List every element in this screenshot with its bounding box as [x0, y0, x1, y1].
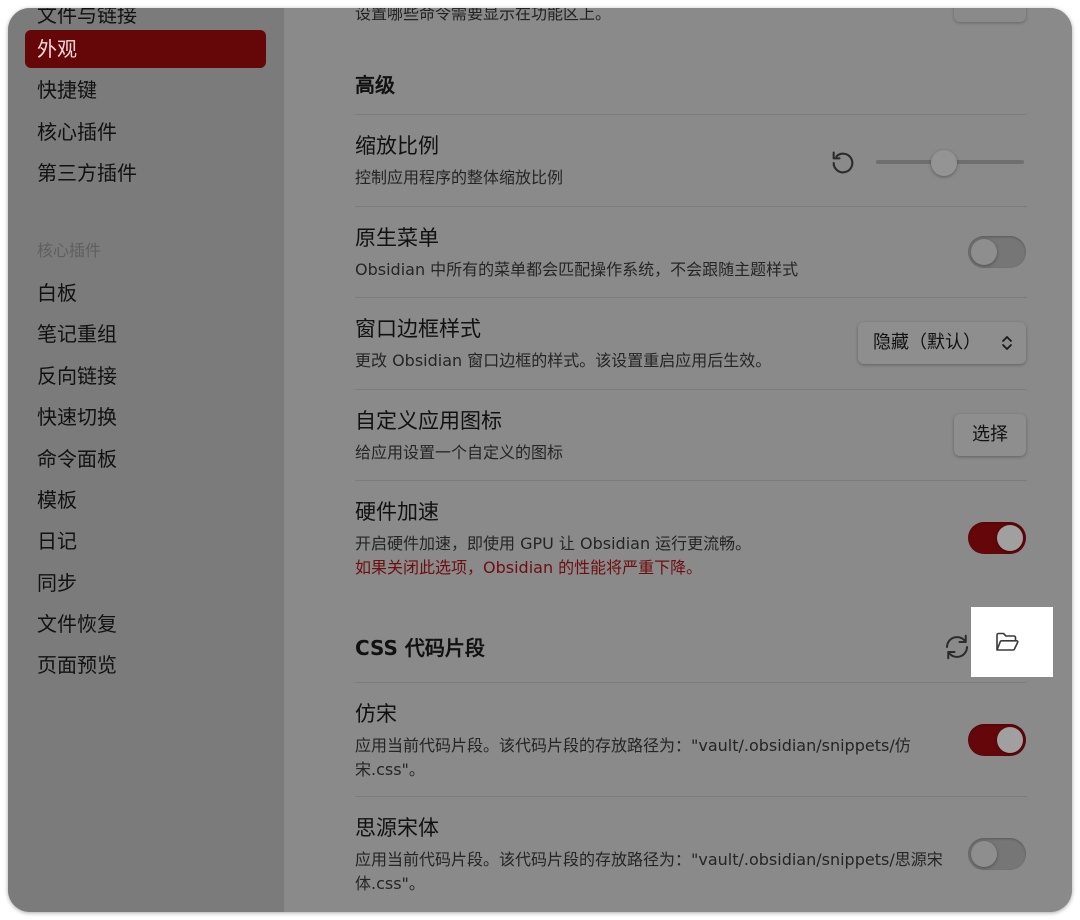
toggle-knob [971, 841, 997, 867]
divider [355, 480, 1027, 481]
divider [355, 114, 1027, 115]
open-snippets-folder-button[interactable] [971, 607, 1053, 677]
custom-icon-setting-name: 自定义应用图标 [355, 409, 502, 433]
sidebar-item-templates[interactable]: 模板 [25, 481, 266, 519]
divider [355, 297, 1027, 298]
chevron-up-down-icon [1002, 336, 1012, 350]
hw-accel-setting-name: 硬件加速 [355, 500, 439, 524]
divider [355, 389, 1027, 390]
frame-style-selected-value: 隐藏（默认） [873, 332, 981, 353]
divider [355, 206, 1027, 207]
frame-style-select[interactable]: 隐藏（默认） [858, 322, 1026, 364]
hw-accel-warning: 如果关闭此选项，Obsidian 的性能将严重下降。 [355, 558, 703, 577]
settings-content: 设置哪些命令需要显示在功能区上。 高级 缩放比例 控制应用程序的整体缩放比例 原… [284, 8, 1072, 912]
snippet-siyuan-toggle[interactable] [968, 838, 1026, 870]
toggle-knob [997, 525, 1023, 551]
sidebar-item-community-plugins[interactable]: 第三方插件 [25, 154, 266, 192]
divider [355, 682, 1027, 683]
snippet-fangsong-name: 仿宋 [355, 702, 397, 726]
sidebar-item-quick-switcher[interactable]: 快速切换 [25, 398, 266, 436]
hw-accel-toggle[interactable] [968, 522, 1026, 554]
hw-accel-setting-desc: 开启硬件加速，即使用 GPU 让 Obsidian 运行更流畅。 [355, 534, 752, 553]
snippet-fangsong-toggle[interactable] [968, 724, 1026, 756]
sidebar-item-daily-notes[interactable]: 日记 [25, 522, 266, 560]
advanced-section-title: 高级 [355, 73, 395, 97]
ribbon-manage-button[interactable] [954, 8, 1026, 22]
reload-icon[interactable] [942, 632, 972, 662]
sidebar-item-note-composer[interactable]: 笔记重组 [25, 315, 266, 353]
sidebar-item-backlinks[interactable]: 反向链接 [25, 357, 266, 395]
native-menu-setting-name: 原生菜单 [355, 226, 439, 250]
settings-sidebar: 文件与链接 外观 快捷键 核心插件 第三方插件 核心插件 白板 笔记重组 反向链… [8, 8, 284, 912]
choose-icon-button[interactable]: 选择 [954, 414, 1026, 456]
divider [355, 796, 1027, 797]
sidebar-item-command-palette[interactable]: 命令面板 [25, 440, 266, 478]
frame-style-setting-desc: 更改 Obsidian 窗口边框的样式。该设置重启应用后生效。 [355, 351, 772, 370]
reset-icon[interactable] [829, 149, 857, 177]
sidebar-section-header: 核心插件 [37, 241, 102, 260]
ribbon-setting-desc: 设置哪些命令需要显示在功能区上。 [355, 8, 612, 23]
zoom-setting-desc: 控制应用程序的整体缩放比例 [355, 168, 564, 187]
css-snippets-section-title: CSS 代码片段 [355, 636, 485, 660]
snippet-fangsong-desc: 应用当前代码片段。该代码片段的存放路径为："vault/.obsidian/sn… [355, 736, 911, 779]
sidebar-item-file-recovery[interactable]: 文件恢复 [25, 605, 266, 643]
frame-style-setting-name: 窗口边框样式 [355, 317, 481, 341]
native-menu-setting-desc: Obsidian 中所有的菜单都会匹配操作系统，不会跟随主题样式 [355, 260, 799, 279]
sidebar-item-sync[interactable]: 同步 [25, 564, 266, 602]
sidebar-item-core-plugins[interactable]: 核心插件 [25, 113, 266, 151]
sidebar-item-page-preview[interactable]: 页面预览 [25, 646, 266, 684]
custom-icon-setting-desc: 给应用设置一个自定义的图标 [355, 443, 564, 462]
sidebar-item-canvas[interactable]: 白板 [25, 274, 266, 312]
native-menu-toggle[interactable] [968, 236, 1026, 268]
folder-open-icon [996, 632, 1019, 651]
sidebar-item-appearance[interactable]: 外观 [25, 30, 266, 68]
zoom-setting-name: 缩放比例 [355, 134, 439, 158]
toggle-knob [997, 727, 1023, 753]
snippet-siyuan-desc: 应用当前代码片段。该代码片段的存放路径为："vault/.obsidian/sn… [355, 850, 943, 893]
zoom-slider-thumb[interactable] [931, 150, 958, 176]
toggle-knob [971, 239, 997, 265]
sidebar-item-hotkeys[interactable]: 快捷键 [25, 71, 266, 109]
settings-window: 文件与链接 外观 快捷键 核心插件 第三方插件 核心插件 白板 笔记重组 反向链… [8, 8, 1072, 912]
snippet-siyuan-name: 思源宋体 [355, 816, 439, 840]
